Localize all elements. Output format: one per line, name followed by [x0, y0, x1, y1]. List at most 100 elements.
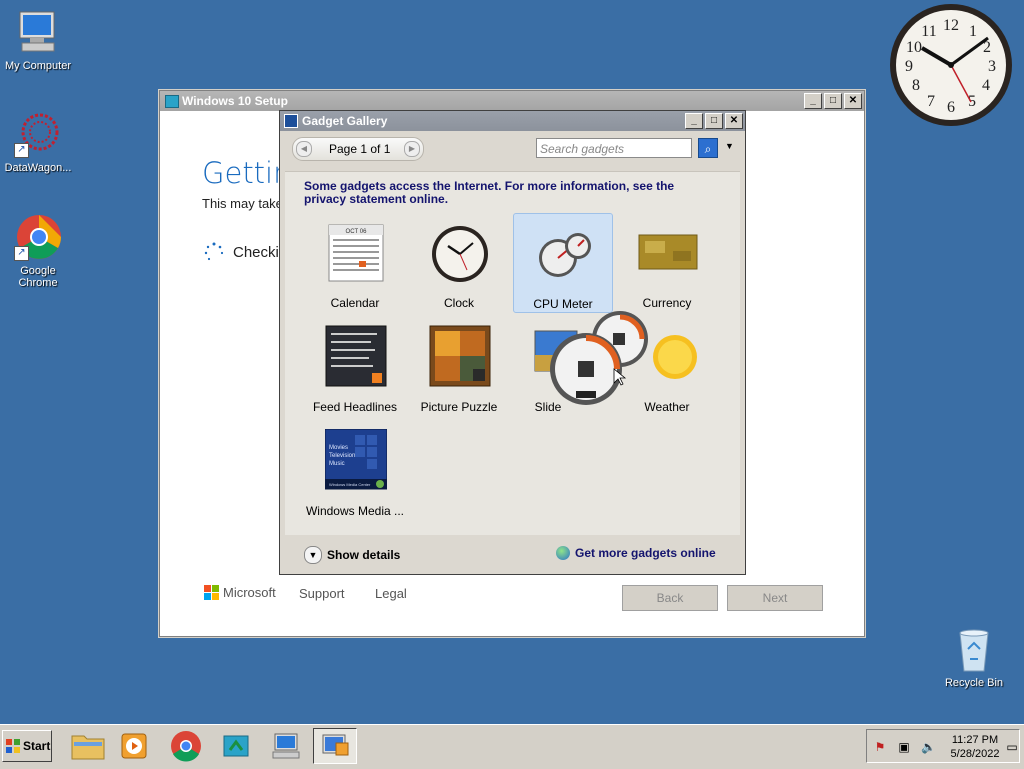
action-center-flag-icon[interactable]: ⚑ — [873, 740, 887, 754]
taskbar-computer-button[interactable] — [263, 728, 307, 764]
clock-display[interactable]: 11:27 PM 5/28/2022 — [943, 733, 1007, 761]
desktop-icon-recycle-bin[interactable]: Recycle Bin — [936, 625, 1012, 689]
gadget-cpu-meter[interactable]: CPU Meter — [513, 213, 613, 313]
next-page-button[interactable]: ▶ — [404, 141, 420, 157]
media-line: Movies — [329, 445, 348, 451]
microsoft-logo: Microsoft — [204, 585, 276, 600]
gadget-name: Clock — [443, 296, 474, 310]
start-label: Start — [23, 739, 51, 753]
gadget-gallery-window: Gadget Gallery _ □ ✕ ◀ Page 1 of 1 ▶ Sea… — [279, 110, 746, 575]
legal-link[interactable]: Legal — [375, 586, 407, 601]
svg-text:8: 8 — [912, 77, 920, 94]
back-button[interactable]: Back — [622, 585, 718, 611]
media-banner: Windows Media Center — [329, 482, 371, 487]
globe-icon — [556, 546, 570, 560]
svg-text:5: 5 — [968, 93, 976, 110]
taskbar-chrome-button[interactable] — [164, 728, 208, 764]
search-icon[interactable]: ⌕ — [698, 138, 718, 158]
desktop-clock-gadget[interactable]: 12 1 2 345 678 9 10 11 — [888, 2, 1014, 128]
taskbar-gadget-gallery-button[interactable] — [313, 728, 357, 764]
taskbar-setup-button[interactable] — [214, 728, 258, 764]
search-options-dropdown-icon[interactable]: ▼ — [725, 141, 734, 151]
gallery-toolbar: ◀ Page 1 of 1 ▶ Search gadgets ⌕ ▼ — [280, 131, 745, 171]
computer-icon — [272, 733, 300, 759]
page-navigator: ◀ Page 1 of 1 ▶ — [292, 137, 424, 161]
gadget-currency[interactable]: Currency — [617, 213, 717, 313]
picture-puzzle-icon — [429, 325, 491, 387]
desktop-icon-datawagon[interactable]: ↗ DataWagon... — [0, 110, 76, 174]
minimize-button[interactable]: _ — [685, 113, 703, 129]
taskbar-explorer-button[interactable] — [66, 728, 110, 764]
gallery-window-title: Gadget Gallery — [302, 114, 388, 128]
taskbar-media-player-button[interactable] — [112, 728, 156, 764]
gadget-feed-headlines[interactable]: Feed Headlines — [305, 317, 405, 417]
desktop-icon-label: My Computer — [4, 60, 72, 72]
setup-icon — [223, 735, 249, 757]
svg-text:10: 10 — [906, 39, 922, 56]
gallery-footer: ▼ Show details Get more gadgets online — [280, 534, 745, 574]
desktop-icon-my-computer[interactable]: My Computer — [0, 8, 76, 72]
get-more-gadgets-link[interactable]: Get more gadgets online — [556, 546, 716, 560]
maximize-button[interactable]: □ — [705, 113, 723, 129]
close-button[interactable]: ✕ — [725, 113, 743, 129]
feed-headlines-icon — [325, 325, 387, 387]
svg-text:1: 1 — [969, 23, 977, 40]
windows-media-center-icon: Movies Television Music Windows Media Ce… — [325, 429, 387, 490]
show-desktop-icon[interactable]: ▭ — [1005, 740, 1019, 754]
svg-text:4: 4 — [982, 77, 990, 94]
chrome-icon: ↗ — [14, 213, 62, 261]
analog-clock-icon: 12 12 345 678 91011 — [890, 4, 1012, 126]
windows-logo-icon — [6, 739, 20, 753]
desktop-icon-label: Google Chrome — [18, 265, 58, 289]
folder-icon — [71, 735, 105, 760]
system-tray: ⚑ ▣ 🔈 11:27 PM 5/28/2022 ▭ — [866, 729, 1020, 763]
media-player-icon — [121, 733, 147, 759]
setup-window-icon — [165, 95, 179, 108]
svg-text:7: 7 — [927, 93, 935, 110]
gadget-name: Windows Media ... — [305, 504, 405, 518]
next-button[interactable]: Next — [727, 585, 823, 611]
gadget-name: Feed Headlines — [312, 400, 398, 414]
clock-date: 5/28/2022 — [950, 748, 1000, 760]
volume-icon[interactable]: 🔈 — [921, 740, 936, 754]
svg-text:12: 12 — [943, 17, 959, 34]
desktop-icon-label: DataWagon... — [4, 162, 72, 174]
page-label: Page 1 of 1 — [329, 142, 391, 156]
svg-text:9: 9 — [905, 58, 913, 75]
desktop-icon-google-chrome[interactable]: ↗ Google Chrome — [0, 213, 76, 289]
get-more-gadgets-label: Get more gadgets online — [575, 546, 716, 560]
close-button[interactable]: ✕ — [844, 93, 862, 109]
maximize-button[interactable]: □ — [824, 93, 842, 109]
previous-page-button[interactable]: ◀ — [296, 141, 312, 157]
gallery-window-icon — [284, 114, 298, 128]
svg-text:6: 6 — [947, 99, 955, 116]
recycle-bin-icon — [950, 625, 998, 673]
loading-spinner-icon — [204, 242, 224, 261]
gadget-windows-media-center[interactable]: Movies Television Music Windows Media Ce… — [305, 421, 405, 521]
clock-time: 11:27 PM — [951, 734, 999, 746]
media-line: Television — [329, 453, 355, 459]
microsoft-brand-text: Microsoft — [223, 585, 276, 600]
minimize-button[interactable]: _ — [804, 93, 822, 109]
show-details-label: Show details — [327, 548, 401, 562]
gadget-list-pane: Some gadgets access the Internet. For mo… — [285, 171, 740, 535]
calendar-icon: OCT 06 — [328, 224, 384, 282]
calendar-month-label: OCT 06 — [346, 229, 368, 235]
svg-text:11: 11 — [921, 23, 936, 40]
media-line: Music — [329, 461, 345, 467]
gadget-calendar[interactable]: OCT 06 Calendar — [305, 213, 405, 313]
desktop-icon-label: Recycle Bin — [944, 677, 1004, 689]
dragging-cpu-meter-icon — [550, 311, 648, 405]
network-icon[interactable]: ▣ — [897, 740, 911, 754]
setup-title-bar: Windows 10 Setup _ □ ✕ — [160, 91, 864, 111]
support-link[interactable]: Support — [299, 586, 345, 601]
computer-icon — [14, 8, 62, 56]
svg-text:3: 3 — [988, 58, 996, 75]
show-details-button[interactable]: ▼ Show details — [304, 546, 400, 564]
cpu-meter-icon — [539, 233, 591, 277]
search-gadgets-input[interactable]: Search gadgets — [536, 138, 692, 158]
microsoft-logo-icon — [204, 585, 219, 600]
chrome-icon — [171, 731, 201, 762]
gadget-clock[interactable]: Clock — [409, 213, 509, 313]
start-button[interactable]: Start — [2, 730, 52, 762]
